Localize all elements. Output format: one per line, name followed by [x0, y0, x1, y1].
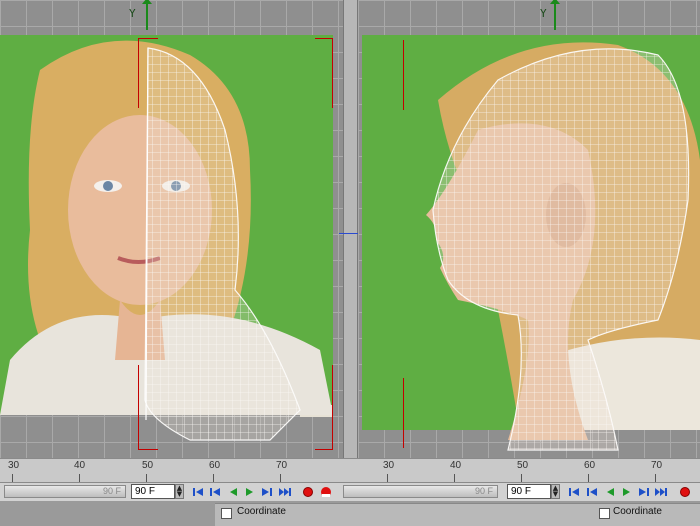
y-axis-icon — [142, 0, 152, 30]
y-axis-icon — [550, 0, 560, 30]
frame-marker-top-left-v — [138, 38, 139, 108]
tick-mark — [454, 474, 455, 482]
front-viewport[interactable]: Y — [0, 0, 343, 458]
frame-spinner[interactable]: ▲ ▼ — [175, 484, 184, 499]
tick-mark — [521, 474, 522, 482]
side-reference-photo — [362, 35, 700, 451]
playback-controls-left: 90 F 90 F ▲ ▼ — [0, 483, 343, 501]
play-icon[interactable] — [620, 485, 634, 499]
record-icon[interactable] — [680, 487, 690, 497]
tick-mark — [12, 474, 13, 482]
current-frame-field[interactable]: 90 F — [131, 484, 175, 499]
coordinate-checkbox[interactable] — [221, 508, 232, 519]
tick-label: 60 — [584, 460, 596, 471]
frame-marker-top-right-v — [332, 38, 333, 108]
tick-label: 40 — [74, 460, 86, 471]
tick-label: 70 — [276, 460, 288, 471]
tick-label: 50 — [142, 460, 154, 471]
tick-label: 70 — [651, 460, 663, 471]
frame-slider[interactable]: 90 F — [4, 485, 126, 498]
tick-mark — [213, 474, 214, 482]
tick-mark — [588, 474, 589, 482]
viewport-divider[interactable] — [339, 0, 369, 458]
attributes-panel-right: Coordinate — [595, 503, 700, 526]
frame-marker-bottom-right-v — [332, 365, 333, 450]
tick-mark — [387, 474, 388, 482]
playback-controls-right: 90 F 90 F ▲ ▼ — [343, 483, 700, 501]
frame-marker-top-left-v — [403, 40, 404, 110]
coordinate-label: Coordinate — [613, 506, 662, 517]
front-reference-photo — [0, 35, 333, 441]
autokey-icon[interactable] — [320, 486, 332, 498]
frame-spinner[interactable]: ▲ ▼ — [551, 484, 560, 499]
next-frame-icon[interactable] — [637, 485, 651, 499]
first-frame-icon[interactable] — [567, 485, 581, 499]
prev-key-icon[interactable] — [208, 485, 222, 499]
last-frame-icon[interactable] — [278, 485, 292, 499]
prev-frame-icon[interactable] — [603, 485, 617, 499]
frame-marker-bottom-left-h — [138, 449, 158, 450]
frame-marker-top-right-h — [315, 38, 333, 39]
tick-label: 30 — [8, 460, 20, 471]
next-frame-icon[interactable] — [260, 485, 274, 499]
current-frame-field[interactable]: 90 F — [507, 484, 551, 499]
tick-label: 50 — [517, 460, 529, 471]
first-frame-icon[interactable] — [191, 485, 205, 499]
timeline-ruler-left[interactable]: 30 40 50 60 70 — [0, 458, 343, 483]
coordinate-checkbox[interactable] — [599, 508, 610, 519]
prev-frame-icon[interactable] — [226, 485, 240, 499]
attributes-panel-left: Coordinate — [215, 503, 595, 526]
side-viewport[interactable]: Y — [358, 0, 700, 458]
coordinate-label: Coordinate — [237, 506, 286, 517]
frame-marker-bottom-left-v — [138, 365, 139, 450]
last-frame-icon[interactable] — [654, 485, 668, 499]
tick-label: 60 — [209, 460, 221, 471]
frame-marker-bottom-right-h — [315, 449, 333, 450]
tick-mark — [79, 474, 80, 482]
play-icon[interactable] — [243, 485, 257, 499]
tick-label: 30 — [383, 460, 395, 471]
frame-marker-bottom-left-v — [403, 378, 404, 448]
record-icon[interactable] — [303, 487, 313, 497]
frame-slider[interactable]: 90 F — [343, 485, 498, 498]
tick-mark — [655, 474, 656, 482]
tick-mark — [146, 474, 147, 482]
y-axis-label: Y — [540, 7, 547, 20]
prev-key-icon[interactable] — [585, 485, 599, 499]
frame-marker-top-left-h — [138, 38, 158, 39]
timeline-ruler-right[interactable]: 30 40 50 60 70 — [343, 458, 700, 483]
tick-mark — [280, 474, 281, 482]
tick-label: 40 — [450, 460, 462, 471]
y-axis-label: Y — [129, 7, 136, 20]
